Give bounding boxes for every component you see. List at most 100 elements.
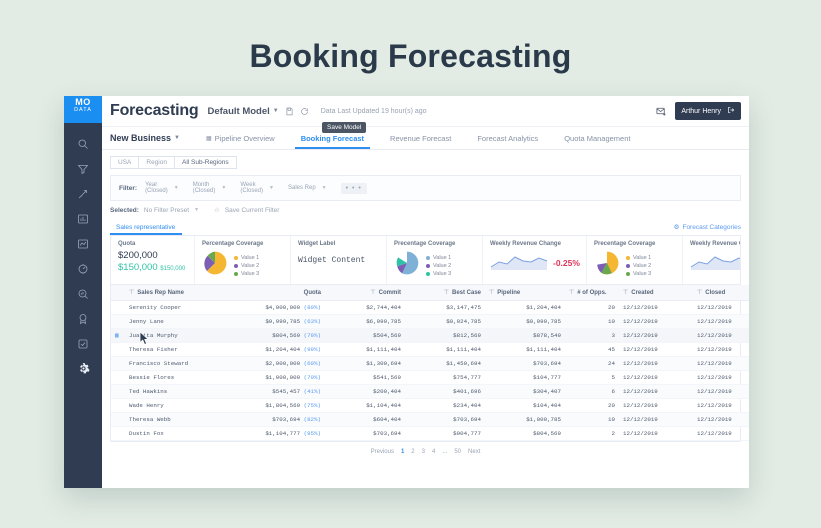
filter-week[interactable]: Week (Closed) — [240, 179, 265, 197]
pagination-previous[interactable]: Previous — [371, 449, 394, 455]
logout-icon[interactable] — [727, 106, 735, 116]
widget-weekly-revenue-change-2[interactable]: Weekly Revenue Change +5.5 — [683, 236, 741, 284]
sidebar-item-search[interactable] — [64, 131, 102, 156]
row-handle[interactable] — [111, 301, 125, 315]
th-best-case[interactable]: ⊤Best Case — [405, 285, 485, 301]
tab-pipeline-overview[interactable]: ▦ Pipeline Overview — [206, 127, 275, 149]
table-row[interactable]: Serenity Cooper $4,000,000 (80%) $2,744,… — [111, 301, 749, 315]
cell-quota-value: $804,569 — [272, 332, 300, 339]
chevron-down-icon[interactable]: ▼ — [221, 185, 226, 191]
app-logo[interactable]: MO DATA — [64, 96, 102, 123]
sidebar-item-line-chart[interactable] — [64, 231, 102, 256]
filter-icon[interactable]: ⊤ — [697, 290, 702, 296]
forecast-categories-button[interactable]: ⚙ Forecast Categories — [674, 223, 741, 231]
chevron-down-icon[interactable]: ▼ — [322, 185, 327, 191]
legend-label: Value 1 — [433, 254, 451, 262]
cell-created: 12/12/2019 — [619, 427, 693, 441]
filter-icon[interactable]: ⊤ — [623, 290, 628, 296]
pagination-next[interactable]: Next — [468, 449, 480, 455]
row-handle[interactable] — [111, 399, 125, 413]
add-message-icon[interactable] — [656, 106, 667, 117]
widget-percentage-coverage-3[interactable]: Precentage Coverage Value 1 Value 2 Valu… — [587, 236, 683, 284]
save-model-button[interactable] — [285, 107, 294, 116]
table-row[interactable]: Theresa Webb $703,694 (82%) $604,404 $70… — [111, 413, 749, 427]
cell-name: Jenny Lane — [125, 315, 243, 329]
row-handle[interactable] — [111, 343, 125, 357]
sidebar-item-bar-chart[interactable] — [64, 206, 102, 231]
refresh-button[interactable] — [300, 107, 309, 116]
cell-closed: 12/12/2019 — [693, 301, 749, 315]
th-pipeline[interactable]: ⊤Pipeline — [485, 285, 565, 301]
chevron-down-icon[interactable]: ▼ — [194, 207, 199, 213]
pagination-page-1[interactable]: 1 — [401, 449, 404, 455]
row-handle[interactable] — [111, 427, 125, 441]
tab-revenue-forecast[interactable]: Revenue Forecast — [390, 127, 451, 149]
row-handle[interactable] — [111, 371, 125, 385]
filter-month[interactable]: Month (Closed) — [193, 179, 218, 197]
cell-quota: $804,569 (79%) — [243, 329, 325, 343]
table-row[interactable]: Theresa Fisher $1,204,404 (99%) $1,111,4… — [111, 343, 749, 357]
filter-sales-rep[interactable]: Sales Rep — [288, 185, 316, 192]
filter-icon[interactable]: ⊤ — [489, 290, 494, 296]
widget-quota[interactable]: Quota $200,000 $150,000 $150,000 — [111, 236, 195, 284]
widget-title: Weekly Revenue Change — [690, 241, 741, 247]
th-commit[interactable]: ⊤Commit — [325, 285, 405, 301]
breadcrumb-item-subregion[interactable]: All Sub-Regions — [174, 156, 237, 169]
th-closed[interactable]: ⊤Closed — [693, 285, 749, 301]
sidebar-item-awards[interactable] — [64, 306, 102, 331]
sidebar-item-target[interactable] — [64, 256, 102, 281]
table-row[interactable]: Francisco Steward $2,000,000 (60%) $1,30… — [111, 357, 749, 371]
filter-icon[interactable]: ⊤ — [569, 290, 574, 296]
th-sales-rep-name[interactable]: ⊤Sales Rep Name — [125, 285, 243, 301]
th-created[interactable]: ⊤Created — [619, 285, 693, 301]
th-num-opps[interactable]: ⊤# of Opps. — [565, 285, 619, 301]
widget-percentage-coverage-2[interactable]: Precentage Coverage Value 1 Value 2 Valu… — [387, 236, 483, 284]
row-handle[interactable] — [111, 413, 125, 427]
widget-weekly-revenue-change-1[interactable]: Weekly Revenue Change -0.25% — [483, 236, 587, 284]
table-row[interactable]: Ted Hawkins $545,457 (41%) $200,404 $401… — [111, 385, 749, 399]
filter-icon[interactable]: ⊤ — [444, 290, 449, 296]
row-handle[interactable]: ▦ — [111, 329, 125, 343]
save-current-filter-button[interactable]: Save Current Filter — [225, 207, 280, 214]
cell-created: 12/12/2019 — [619, 371, 693, 385]
widget-custom-label[interactable]: Widget Label Widget Content — [291, 236, 387, 284]
tab-quota-management[interactable]: Quota Management — [564, 127, 630, 149]
table-row[interactable]: Bessie Flores $1,000,000 (70%) $541,569 … — [111, 371, 749, 385]
model-selector[interactable]: Default Model ▼ — [208, 106, 279, 117]
filter-preset-selector[interactable]: No Filter Preset — [144, 207, 189, 214]
drag-handle-icon[interactable]: ▦ — [115, 332, 119, 339]
pagination-page-2[interactable]: 2 — [411, 449, 414, 455]
chevron-down-icon[interactable]: ▼ — [269, 185, 274, 191]
row-handle[interactable] — [111, 385, 125, 399]
th-quota[interactable]: Quota — [243, 285, 325, 301]
business-unit-selector[interactable]: New Business ▼ — [110, 133, 180, 143]
sidebar-item-launch[interactable] — [64, 181, 102, 206]
breadcrumb-item-country[interactable]: USA — [110, 156, 138, 169]
row-handle[interactable] — [111, 315, 125, 329]
filter-year[interactable]: Year (Closed) — [145, 179, 170, 197]
row-handle[interactable] — [111, 357, 125, 371]
breadcrumb-item-region[interactable]: Region — [138, 156, 174, 169]
chevron-down-icon[interactable]: ▼ — [174, 185, 179, 191]
sidebar-item-settings[interactable] — [64, 356, 102, 381]
pagination-page-4[interactable]: 4 — [432, 449, 435, 455]
sidebar-item-insights[interactable] — [64, 281, 102, 306]
sidebar-item-tasks[interactable] — [64, 331, 102, 356]
filter-icon[interactable]: ⊤ — [370, 290, 375, 296]
table-row[interactable]: ▦ Juanita Murphy $804,569 (79%) $504,569… — [111, 329, 749, 343]
table-row[interactable]: Wade Henry $1,804,569 (75%) $1,104,404 $… — [111, 399, 749, 413]
tab-forecast-analytics[interactable]: Forecast Analytics — [477, 127, 538, 149]
sub-tab-sales-representative[interactable]: Sales representative — [110, 224, 181, 231]
table-row[interactable]: Dustin Fox $1,104,777 (95%) $703,694 $90… — [111, 427, 749, 441]
table-row[interactable]: Jenny Lane $9,999,785 (63%) $6,999,785 $… — [111, 315, 749, 329]
star-icon[interactable]: ☆ — [214, 206, 220, 214]
pagination-page-3[interactable]: 3 — [422, 449, 425, 455]
widget-percentage-coverage-1[interactable]: Percentage Coverage Value 1 Value 2 Valu… — [195, 236, 291, 284]
pagination-page-50[interactable]: 50 — [454, 449, 461, 455]
cell-quota-pct: (99%) — [304, 346, 321, 353]
filter-icon[interactable]: ⊤ — [129, 290, 134, 296]
sidebar-item-filter[interactable] — [64, 156, 102, 181]
filter-more-button[interactable]: • • • — [341, 183, 367, 194]
target-icon — [77, 263, 89, 275]
user-chip[interactable]: Arthur Henry — [675, 102, 741, 120]
